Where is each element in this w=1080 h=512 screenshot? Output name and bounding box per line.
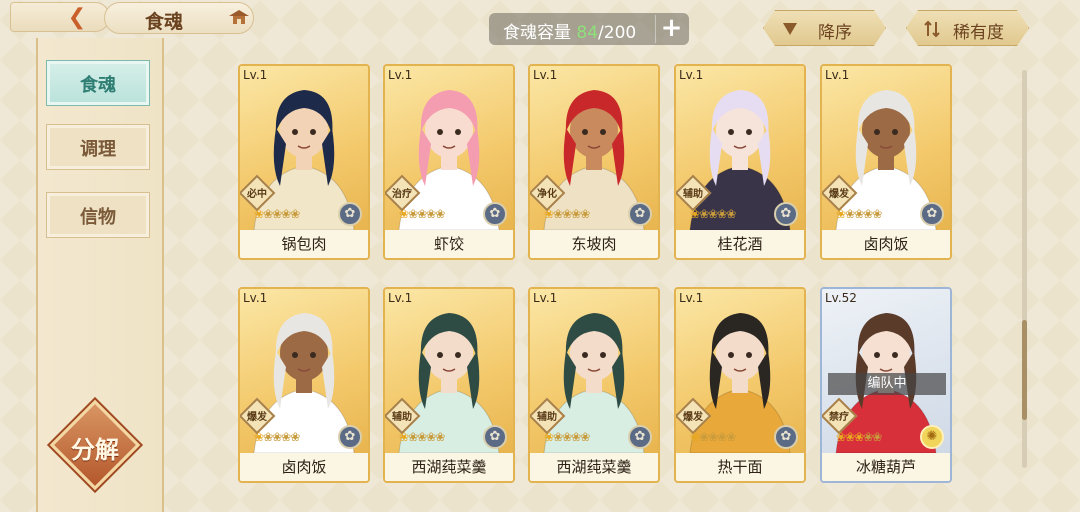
- food-soul-card[interactable]: Lv.1 净化 ❀❀❀❀❀ ✿ 东坡肉: [528, 64, 660, 260]
- scrollbar[interactable]: [1022, 70, 1027, 468]
- role-label: 必中: [247, 189, 267, 200]
- card-name: 卤肉饭: [822, 230, 950, 258]
- capacity-total: /200: [598, 23, 637, 43]
- level-label: Lv.1: [533, 68, 558, 82]
- level-label: Lv.1: [388, 291, 413, 305]
- star-rating: ❀❀❀❀❀: [544, 207, 590, 221]
- back-arrow-icon: ❮: [67, 5, 87, 30]
- sort-rarity-label: 稀有度: [953, 23, 1004, 43]
- moon-element-icon: ✿: [774, 425, 798, 449]
- role-label: 爆发: [829, 189, 849, 200]
- card-name: 锅包肉: [240, 230, 368, 258]
- role-label: 辅助: [537, 412, 557, 423]
- moon-element-icon: ✿: [628, 202, 652, 226]
- star-rating: ❀❀❀❀❀: [544, 430, 590, 444]
- level-label: Lv.1: [533, 291, 558, 305]
- role-label: 辅助: [392, 412, 412, 423]
- decompose-button[interactable]: 分解: [49, 399, 141, 491]
- food-soul-card[interactable]: Lv.1 爆发 ❀❀❀❀❀ ✿ 热干面: [674, 287, 806, 483]
- tab-food-souls-label: 食魂: [80, 75, 116, 96]
- role-label: 净化: [537, 189, 557, 200]
- level-label: Lv.1: [679, 68, 704, 82]
- decompose-label: 分解: [71, 435, 119, 464]
- sort-arrows-icon: [923, 20, 941, 38]
- star-rating: ❀❀❀❀❀: [254, 207, 300, 221]
- sort-rarity-button[interactable]: 稀有度: [906, 10, 1029, 46]
- sun-element-icon: ✺: [920, 425, 944, 449]
- moon-element-icon: ✿: [628, 425, 652, 449]
- level-label: Lv.1: [679, 291, 704, 305]
- moon-element-icon: ✿: [338, 425, 362, 449]
- level-label: Lv.1: [243, 68, 268, 82]
- food-soul-card[interactable]: Lv.1 治疗 ❀❀❀❀❀ ✿ 虾饺: [383, 64, 515, 260]
- scrollbar-thumb[interactable]: [1022, 320, 1027, 420]
- tab-tokens-label: 信物: [80, 207, 116, 228]
- moon-element-icon: ✿: [483, 425, 507, 449]
- moon-element-icon: ✿: [920, 202, 944, 226]
- sort-order-label: 降序: [818, 23, 852, 43]
- card-name: 卤肉饭: [240, 453, 368, 481]
- moon-element-icon: ✿: [483, 202, 507, 226]
- tab-tokens[interactable]: 信物: [46, 192, 150, 238]
- add-capacity-button[interactable]: +: [655, 15, 687, 43]
- star-rating: ❀❀❀❀❀: [399, 430, 445, 444]
- role-label: 爆发: [247, 412, 267, 423]
- food-soul-card[interactable]: Lv.1 爆发 ❀❀❀❀❀ ✿ 卤肉饭: [238, 287, 370, 483]
- level-label: Lv.52: [825, 291, 857, 305]
- card-name: 西湖莼菜羹: [530, 453, 658, 481]
- tab-food-souls[interactable]: 食魂: [46, 60, 150, 106]
- role-label: 治疗: [392, 189, 412, 200]
- star-rating: ❀❀❀❀❀: [836, 430, 882, 444]
- star-rating: ❀❀❀❀❀: [690, 430, 736, 444]
- team-status-badge: 编队中: [828, 373, 946, 395]
- star-rating: ❀❀❀❀❀: [690, 207, 736, 221]
- level-label: Lv.1: [825, 68, 850, 82]
- role-label: 爆发: [683, 412, 703, 423]
- card-name: 热干面: [676, 453, 804, 481]
- card-name: 虾饺: [385, 230, 513, 258]
- capacity-display: 食魂容量 84/200 +: [489, 13, 689, 45]
- triangle-down-icon: [782, 22, 798, 36]
- page-title: 食魂: [145, 11, 184, 33]
- food-soul-card[interactable]: Lv.1 辅助 ❀❀❀❀❀ ✿ 西湖莼菜羹: [383, 287, 515, 483]
- level-label: Lv.1: [388, 68, 413, 82]
- capacity-text: 食魂容量 84/200: [503, 18, 636, 43]
- tab-cooking-label: 调理: [80, 139, 116, 160]
- tab-cooking[interactable]: 调理: [46, 124, 150, 170]
- back-button[interactable]: ❮: [10, 2, 110, 32]
- card-name: 桂花酒: [676, 230, 804, 258]
- star-rating: ❀❀❀❀❀: [254, 430, 300, 444]
- food-soul-card[interactable]: Lv.1 爆发 ❀❀❀❀❀ ✿ 卤肉饭: [820, 64, 952, 260]
- food-soul-card[interactable]: Lv.1 辅助 ❀❀❀❀❀ ✿ 桂花酒: [674, 64, 806, 260]
- card-name: 东坡肉: [530, 230, 658, 258]
- role-label: 禁疗: [829, 412, 849, 423]
- moon-element-icon: ✿: [338, 202, 362, 226]
- capacity-label: 食魂容量: [503, 23, 571, 43]
- star-rating: ❀❀❀❀❀: [399, 207, 445, 221]
- food-soul-card[interactable]: Lv.1 辅助 ❀❀❀❀❀ ✿ 西湖莼菜羹: [528, 287, 660, 483]
- title-bar: ❮ 食魂: [0, 0, 300, 36]
- food-soul-card[interactable]: Lv.52 禁疗 ❀❀❀❀❀ ✺ 编队中 冰糖葫芦: [820, 287, 952, 483]
- star-rating: ❀❀❀❀❀: [836, 207, 882, 221]
- moon-element-icon: ✿: [774, 202, 798, 226]
- capacity-current: 84: [576, 23, 599, 43]
- pagoda-icon[interactable]: [228, 8, 250, 26]
- food-soul-card[interactable]: Lv.1 必中 ❀❀❀❀❀ ✿ 锅包肉: [238, 64, 370, 260]
- sort-order-button[interactable]: 降序: [763, 10, 886, 46]
- card-name: 西湖莼菜羹: [385, 453, 513, 481]
- card-name: 冰糖葫芦: [822, 453, 950, 481]
- role-label: 辅助: [683, 189, 703, 200]
- level-label: Lv.1: [243, 291, 268, 305]
